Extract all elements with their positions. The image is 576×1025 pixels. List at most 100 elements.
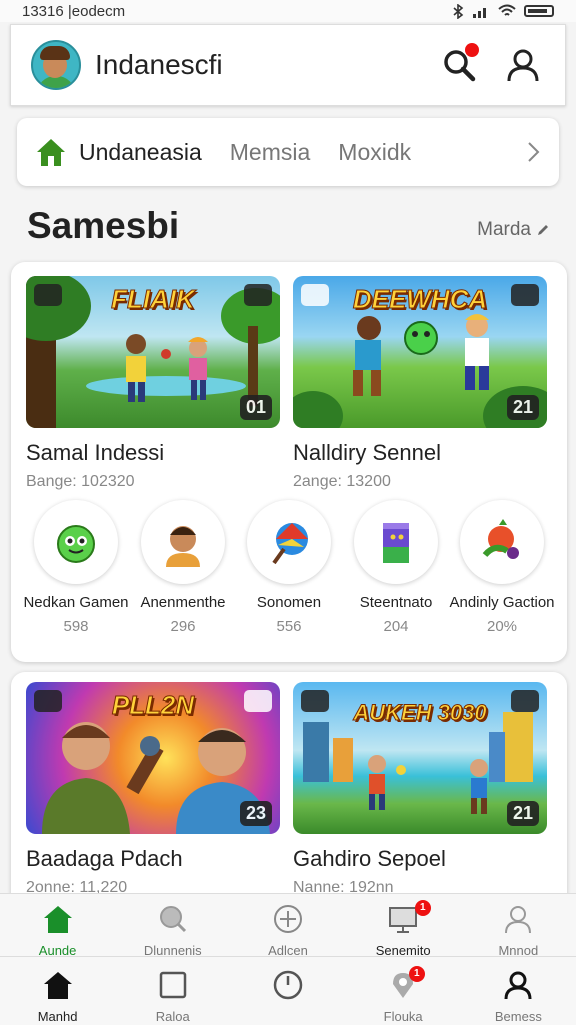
chevron-right-icon[interactable] [525, 140, 541, 164]
corner-icon [301, 284, 329, 306]
category-icon [141, 500, 225, 584]
nav-item-clock[interactable] [230, 970, 345, 1024]
user-icon [507, 49, 539, 82]
avatar[interactable] [31, 40, 81, 90]
category-item[interactable]: Sonomen 556 [234, 500, 344, 635]
bottom-navigation: Aunde Dlunnenis Adlcen 1 Senemito Mnnod … [0, 893, 576, 1025]
section-more-label: Marda [477, 219, 531, 240]
thumbnail-title: AUKEH 3030 [353, 700, 487, 726]
corner-icon [511, 690, 539, 712]
tab-region-3[interactable]: Moxidk [338, 139, 411, 166]
player-count-badge: 01 [239, 395, 272, 420]
nav-label: Manhd [37, 1009, 78, 1024]
nav-label: Flouka [383, 1009, 423, 1024]
game-name: Samal Indessi [26, 440, 165, 465]
corner-icon [34, 284, 62, 306]
tab-region-2[interactable]: Memsia [230, 139, 311, 166]
square-icon [159, 971, 187, 999]
game-thumbnail[interactable]: AUKEH 3030 21 [293, 682, 547, 834]
app-bar: Indanescfi [10, 24, 566, 106]
nav-item-square[interactable]: Raloa [115, 970, 230, 1024]
nav-item-tv[interactable]: 1 Senemito [346, 900, 461, 958]
nav-item-profile[interactable]: Mnnod [461, 904, 576, 958]
pencil-icon [538, 225, 548, 235]
category-count: 296 [170, 618, 196, 635]
category-count: 20% [486, 618, 518, 635]
game-name: Nalldiry Sennel [293, 440, 441, 465]
notification-badge: 1 [414, 900, 431, 916]
nav-item-pin[interactable]: 1 Flouka [346, 966, 461, 1024]
corner-icon [244, 690, 272, 712]
category-count: 204 [383, 618, 409, 635]
category-label: Nedkan Gamen [23, 594, 129, 611]
category-icon [354, 500, 438, 584]
game-subtitle: Bange: 102320 [26, 473, 135, 490]
home-icon [37, 139, 65, 166]
more-games-panel: PLL2N 23 Baadaga Pdach 2onne: 11,220 AUK… [11, 672, 567, 912]
wifi-icon [498, 4, 516, 16]
category-icon [247, 500, 331, 584]
game-thumbnail[interactable]: FLIAIK 01 [26, 276, 280, 428]
nav-row-top: Aunde Dlunnenis Adlcen 1 Senemito Mnnod [0, 900, 576, 958]
home-icon [43, 906, 72, 933]
thumbnail-title: DEEWHCA [352, 284, 488, 315]
game-card[interactable]: DEEWHCA 21 Nalldiry Sennel 2ange: 13200 [293, 276, 547, 491]
game-card[interactable]: AUKEH 3030 21 Gahdiro Sepoel Nanne: 192n… [293, 682, 547, 897]
status-time: 13316 |eodecm [22, 2, 126, 20]
category-item[interactable]: Steentnato 204 [341, 500, 451, 635]
region-tabs: Undaneasia Memsia Moxidk [17, 118, 559, 186]
app-title: Indanescfi [95, 49, 223, 80]
user-icon [505, 906, 532, 934]
game-name: Baadaga Pdach [26, 846, 183, 871]
category-count: 556 [276, 618, 302, 635]
nav-divider [0, 956, 576, 957]
game-thumbnail[interactable]: PLL2N 23 [26, 682, 280, 834]
category-icon [460, 500, 544, 584]
category-label: Sonomen [256, 594, 322, 611]
player-count-badge: 23 [239, 801, 272, 826]
nav-label: Bemess [494, 1009, 542, 1024]
nav-row-bottom: Manhd Raloa 1 Flouka Bemess [0, 966, 576, 1024]
nav-item-home[interactable]: Manhd [0, 970, 115, 1024]
corner-icon [244, 284, 272, 306]
player-count-badge: 21 [506, 801, 539, 826]
category-label: Anenmenthe [140, 594, 226, 611]
battery-icon [524, 5, 554, 17]
game-card[interactable]: FLIAIK 01 Samal Indessi Bange: 102320 [26, 276, 280, 491]
section-title: Samesbi [27, 205, 180, 246]
game-thumbnail[interactable]: DEEWHCA 21 [293, 276, 547, 428]
nav-item-add[interactable]: Adlcen [230, 904, 345, 958]
category-item[interactable]: Nedkan Gamen 598 [21, 500, 131, 635]
category-row: Nedkan Gamen 598 Anenmenthe 296 Sonomen … [11, 500, 567, 640]
nav-item-home[interactable]: Aunde [0, 904, 115, 958]
nav-item-search[interactable]: Dlunnenis [115, 904, 230, 958]
category-icon [34, 500, 118, 584]
game-name: Gahdiro Sepoel [293, 846, 446, 871]
section-more-link[interactable]: Marda [477, 219, 550, 241]
search-button[interactable] [437, 43, 481, 87]
nav-item-profile[interactable]: Bemess [461, 970, 576, 1024]
add-icon [273, 905, 302, 933]
status-icons [452, 3, 554, 19]
corner-icon [301, 690, 329, 712]
category-item[interactable]: Anenmenthe 296 [128, 500, 238, 635]
status-bar: 13316 |eodecm [0, 0, 576, 22]
home-icon [43, 972, 72, 999]
player-count-badge: 21 [506, 395, 539, 420]
featured-panel: FLIAIK 01 Samal Indessi Bange: 102320 DE… [11, 262, 567, 662]
category-label: Steentnato [359, 594, 433, 611]
profile-button[interactable] [501, 43, 545, 87]
game-card[interactable]: PLL2N 23 Baadaga Pdach 2onne: 11,220 [26, 682, 280, 897]
search-icon [159, 906, 186, 933]
game-subtitle: 2ange: 13200 [293, 473, 391, 490]
nav-label: Raloa [155, 1009, 190, 1024]
user-icon [504, 971, 532, 1000]
category-item[interactable]: Andinly Gaction 20% [447, 500, 557, 635]
category-label: Andinly Gaction [449, 594, 555, 611]
tab-region-1[interactable]: Undaneasia [79, 139, 202, 166]
signal-icon [473, 8, 486, 18]
notification-dot [465, 43, 479, 57]
corner-icon [34, 690, 62, 712]
thumbnail-title: FLIAIK [111, 284, 196, 315]
notification-badge: 1 [408, 966, 425, 982]
